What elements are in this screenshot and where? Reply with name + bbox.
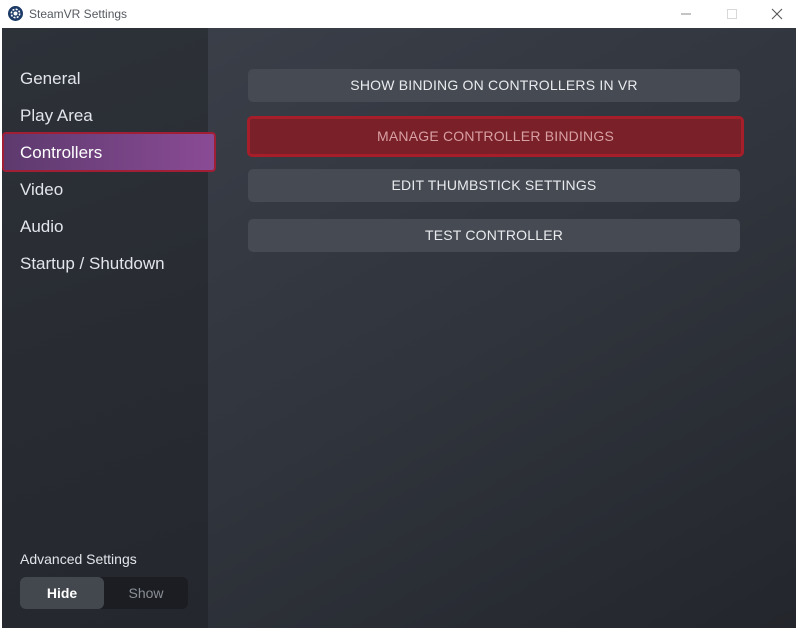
maximize-icon [727,9,737,19]
advanced-hide-option[interactable]: Hide [20,577,104,609]
sidebar-item-general[interactable]: General [2,60,214,97]
edit-thumbstick-settings-button[interactable]: EDIT THUMBSTICK SETTINGS [248,169,740,202]
test-controller-button[interactable]: TEST CONTROLLER [248,219,740,252]
minimize-icon [681,13,691,15]
advanced-show-option[interactable]: Show [104,577,188,609]
show-binding-in-vr-button[interactable]: SHOW BINDING ON CONTROLLERS IN VR [248,69,740,102]
window-title: SteamVR Settings [29,7,128,21]
advanced-settings-toggle: Hide Show [20,577,188,609]
close-button[interactable] [754,0,798,28]
sidebar-item-startup-shutdown[interactable]: Startup / Shutdown [2,245,214,282]
sidebar-item-controllers[interactable]: Controllers [2,132,216,172]
minimize-button[interactable] [663,0,709,28]
maximize-button[interactable] [709,0,755,28]
steamvr-gear-icon [8,6,23,21]
settings-content: General Play Area Controllers Video Audi… [2,28,796,628]
advanced-settings-label: Advanced Settings [20,551,137,567]
sidebar-item-video[interactable]: Video [2,171,214,208]
sidebar-item-play-area[interactable]: Play Area [2,97,214,134]
manage-controller-bindings-button[interactable]: MANAGE CONTROLLER BINDINGS [247,116,744,157]
sidebar-item-audio[interactable]: Audio [2,208,214,245]
sidebar: General Play Area Controllers Video Audi… [2,28,216,628]
close-icon [771,8,783,20]
steamvr-settings-window: SteamVR Settings General Play Area Contr… [0,0,798,628]
title-bar[interactable]: SteamVR Settings [0,0,798,28]
